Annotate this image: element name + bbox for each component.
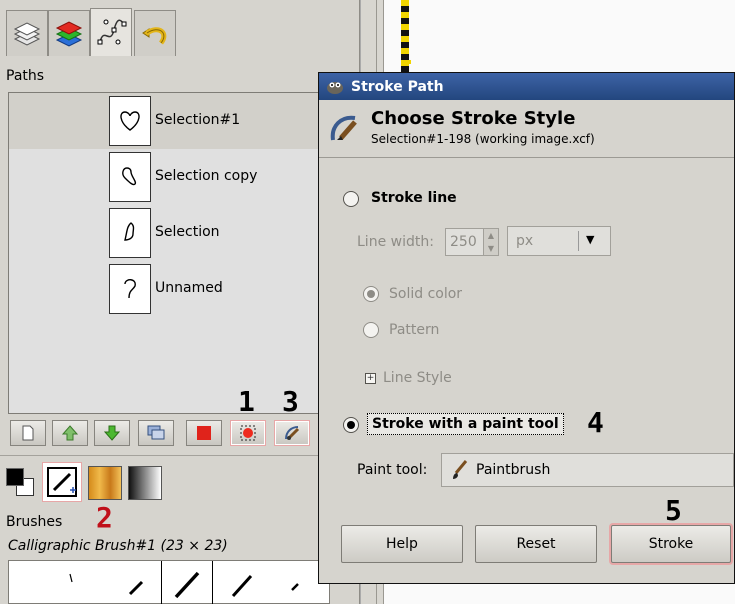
unit-value: px [516, 233, 534, 249]
path-row-selection-1[interactable]: Selection#1 [9, 93, 319, 149]
delete-path-icon [197, 426, 211, 440]
paint-tool-label: Paint tool: [357, 462, 428, 478]
brush-icon [47, 467, 77, 497]
path-label: Unnamed [155, 280, 223, 296]
path-shape-icon [124, 222, 135, 241]
channels-tab-icon [55, 20, 83, 47]
annotation-number-1: 1 [238, 385, 255, 418]
tab-paths[interactable] [90, 8, 132, 56]
layers-tab-icon [13, 21, 41, 46]
dialog-header: Choose Stroke Style Selection#1-198 (wor… [319, 100, 734, 158]
gradient-selector-button[interactable] [128, 466, 162, 500]
path-label: Selection#1 [155, 112, 241, 128]
dialog-header-title: Choose Stroke Style [371, 108, 576, 129]
line-width-label: Line width: [357, 234, 434, 250]
dialog-title: Stroke Path [351, 78, 444, 95]
path-row-unnamed[interactable]: Unnamed [9, 261, 319, 317]
annotation-number-3: 3 [282, 385, 299, 418]
paintbrush-icon [453, 460, 468, 479]
annotation-number-4: 4 [587, 406, 604, 439]
line-style-expander[interactable]: Line Style [383, 370, 452, 386]
help-button[interactable]: Help [341, 525, 463, 563]
path-label: Selection [155, 224, 220, 240]
foreground-color-swatch[interactable] [6, 468, 24, 486]
annotation-number-5: 5 [665, 494, 682, 527]
selection-marching-ants-corner [401, 60, 411, 64]
brushes-grid[interactable] [8, 560, 330, 604]
paint-tool-select[interactable]: Paintbrush [441, 453, 734, 487]
dialog-titlebar[interactable]: Stroke Path [319, 73, 734, 100]
paths-dock: Paths Selection#1 Selection copy Selecti… [0, 0, 360, 604]
brushes-panel-title: Brushes [6, 514, 63, 530]
stroke-line-label: Stroke line [371, 190, 457, 206]
line-width-spinner[interactable]: ▲ ▼ [483, 228, 499, 256]
panel-separator [0, 455, 330, 456]
path-thumbnail [109, 96, 151, 146]
stroke-style-icon [327, 110, 363, 148]
paths-panel-title: Paths [6, 68, 45, 84]
stroke-path-dialog: Stroke Path Choose Stroke Style Selectio… [318, 72, 735, 584]
brush-selector-button[interactable] [42, 462, 82, 502]
brush-item-selected[interactable] [161, 561, 213, 604]
path-thumbnail [109, 264, 151, 314]
spin-down-icon: ▼ [487, 244, 495, 253]
heart-path-icon [120, 111, 140, 131]
brush-name: Calligraphic Brush#1 (23 × 23) [8, 538, 228, 554]
path-row-selection[interactable]: Selection [9, 205, 319, 261]
fg-bg-colors[interactable] [4, 466, 36, 498]
new-path-icon [22, 425, 34, 441]
lower-path-icon [103, 425, 121, 441]
stroke-line-radio[interactable] [343, 191, 359, 207]
gimp-logo-icon [327, 81, 343, 94]
lower-path-button[interactable] [94, 420, 130, 446]
stroke-path-button[interactable] [274, 420, 310, 446]
raise-path-icon [61, 425, 79, 441]
path-shape-icon [124, 279, 136, 299]
pattern-label: Pattern [389, 322, 440, 338]
stroke-path-icon [285, 426, 300, 440]
stroke-paint-tool-label: Stroke with a paint tool [367, 413, 564, 435]
raise-path-button[interactable] [52, 420, 88, 446]
tab-layers[interactable] [6, 10, 48, 56]
brush-item[interactable] [49, 561, 95, 604]
pattern-selector-button[interactable] [88, 466, 122, 500]
path-row-selection-copy[interactable]: Selection copy [9, 149, 319, 205]
path-shape-icon [122, 167, 137, 186]
tab-undo-history[interactable] [134, 10, 176, 56]
expand-icon[interactable]: + [365, 373, 376, 384]
undo-history-tab-icon [142, 26, 167, 45]
chevron-down-icon: ▼ [586, 233, 595, 246]
duplicate-path-icon [147, 425, 165, 440]
brush-item[interactable] [113, 561, 159, 604]
stroke-button[interactable]: Stroke [611, 525, 731, 563]
path-to-selection-icon [240, 425, 256, 441]
spin-up-icon: ▲ [487, 231, 495, 240]
duplicate-path-button[interactable] [138, 420, 174, 446]
combo-divider [578, 231, 579, 251]
path-thumbnail [109, 208, 151, 258]
path-thumbnail [109, 152, 151, 202]
brush-item[interactable] [271, 561, 317, 604]
unit-select[interactable]: px ▼ [507, 226, 611, 256]
paths-tab-icon [97, 19, 127, 44]
dialog-header-subtitle: Selection#1-198 (working image.xcf) [371, 132, 595, 146]
solid-color-radio[interactable] [363, 286, 379, 302]
delete-path-button[interactable] [186, 420, 222, 446]
path-label: Selection copy [155, 168, 258, 184]
brush-item[interactable] [219, 561, 265, 604]
annotation-number-2: 2 [96, 501, 113, 534]
paths-list[interactable]: Selection#1 Selection copy Selection Unn… [8, 92, 320, 414]
solid-color-label: Solid color [389, 286, 463, 302]
reset-button[interactable]: Reset [475, 525, 597, 563]
pattern-radio[interactable] [363, 322, 379, 338]
new-path-button[interactable] [10, 420, 46, 446]
tab-channels[interactable] [48, 10, 90, 56]
paint-tool-value: Paintbrush [476, 462, 551, 478]
stroke-paint-tool-radio[interactable] [343, 417, 359, 433]
path-to-selection-button[interactable] [230, 420, 266, 446]
